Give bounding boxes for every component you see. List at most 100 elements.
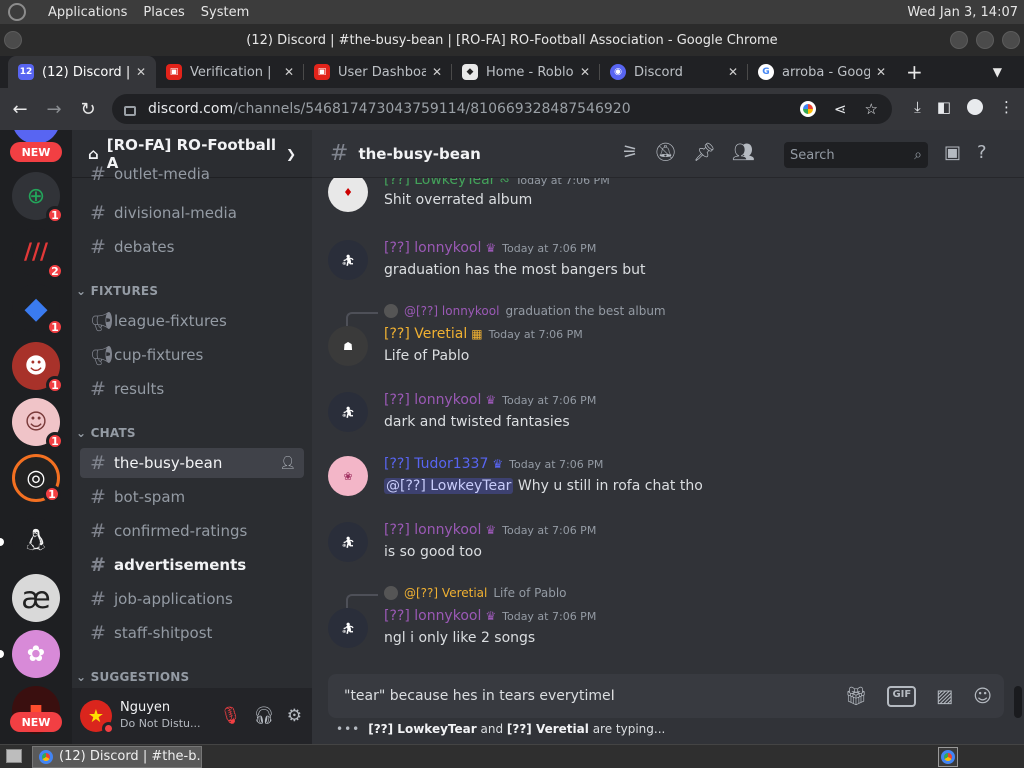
message-author[interactable]: [??] lonnykool <box>384 240 481 256</box>
tab-close-icon[interactable]: ✕ <box>580 65 590 79</box>
server-icon[interactable]: ☺ 1 <box>12 398 64 450</box>
server-icon[interactable]: ⊕ 1 <box>12 172 64 224</box>
server-icon[interactable]: 🐧︎ <box>12 518 60 566</box>
server-icon[interactable]: ☻ 1 <box>12 342 64 394</box>
reload-icon[interactable]: ↻ <box>74 95 102 123</box>
clock[interactable]: Wed Jan 3, 14:07 <box>907 5 1024 20</box>
channel-advertisements[interactable]: # advertisements <box>80 550 304 580</box>
emoji-icon[interactable]: ☺ <box>973 686 992 707</box>
avatar[interactable]: ❀ <box>328 456 368 496</box>
server-icon[interactable]: /// 2 <box>12 228 64 280</box>
avatar[interactable]: ⛹︎ <box>328 522 368 562</box>
headphones-icon[interactable]: 🎧︎ <box>253 706 275 726</box>
channel-the-busy-bean[interactable]: # the-busy-bean 👤︎ <box>80 448 304 478</box>
share-icon[interactable]: ⋖ <box>834 100 847 118</box>
profile-avatar-icon[interactable] <box>967 99 983 115</box>
category-chats[interactable]: ⌄ CHATS <box>76 426 136 440</box>
channel-cup-fixtures[interactable]: 📢︎ cup-fixtures <box>80 340 304 370</box>
message-input[interactable]: "tear" because hes in tears everytime I … <box>328 674 1004 718</box>
avatar[interactable]: ⛹︎ <box>328 608 368 648</box>
user-mention[interactable]: @[??] LowkeyTear <box>384 478 514 494</box>
download-icon[interactable]: ⤓ <box>914 98 921 116</box>
channel-confirmed-ratings[interactable]: # confirmed-ratings <box>80 516 304 546</box>
channel-results[interactable]: # results <box>80 374 304 404</box>
tab-close-icon[interactable]: ✕ <box>432 65 442 79</box>
message-author[interactable]: [??] Veretial <box>384 326 467 342</box>
bookmark-star-icon[interactable]: ☆ <box>865 100 878 118</box>
window-menu-icon[interactable] <box>4 31 22 49</box>
lock-icon[interactable] <box>124 106 136 116</box>
tray-chrome-icon[interactable] <box>938 746 958 767</box>
new-tab-button[interactable]: + <box>906 60 923 84</box>
sticker-icon[interactable]: ▨ <box>936 686 953 707</box>
server-icon[interactable]: ◆ 1 <box>12 284 64 336</box>
channel-debates[interactable]: # debates <box>80 232 304 262</box>
chrome-menu-icon[interactable]: ⋮ <box>999 98 1014 116</box>
system-logo-icon[interactable] <box>8 3 26 21</box>
message-author[interactable]: [??] Tudor1337 <box>384 456 488 472</box>
maximize-icon[interactable] <box>976 31 994 49</box>
close-window-icon[interactable] <box>1002 31 1020 49</box>
server-icon[interactable]: ◎ 1 <box>12 454 61 503</box>
tab-close-icon[interactable]: ✕ <box>136 65 146 79</box>
tab-user-dashboard[interactable]: ▣ User Dashboa ✕ <box>304 56 452 88</box>
channel-bot-spam[interactable]: # bot-spam <box>80 482 304 512</box>
show-desktop-icon[interactable] <box>6 749 22 763</box>
side-panel-icon[interactable]: ◧ <box>937 98 951 116</box>
category-suggestions[interactable]: ⌄ SUGGESTIONS <box>76 670 189 684</box>
channel-job-applications[interactable]: # job-applications <box>80 584 304 614</box>
category-fixtures[interactable]: ⌄ FIXTURES <box>76 284 158 298</box>
menu-applications[interactable]: Applications <box>48 5 127 20</box>
avatar[interactable]: ★ <box>80 700 115 735</box>
notification-bell-muted-icon[interactable]: 🔕︎ <box>654 142 677 163</box>
avatar[interactable]: ⛹︎ <box>328 240 368 280</box>
server-home-icon: ⌂ <box>88 144 99 163</box>
menu-system[interactable]: System <box>201 5 249 20</box>
help-icon[interactable]: ? <box>977 142 987 163</box>
server-icon[interactable]: æ <box>12 574 60 622</box>
add-member-icon[interactable]: 👤︎ <box>279 456 296 471</box>
member-list-icon[interactable]: 👥︎ <box>732 142 755 163</box>
mute-microphone-icon[interactable]: 🎙︎ <box>220 706 242 726</box>
inbox-icon[interactable]: ▣ <box>944 142 961 163</box>
tab-google-search[interactable]: G arroba - Goog ✕ <box>748 56 896 88</box>
mention-badge: 2 <box>46 262 64 280</box>
message-author[interactable]: [??] lonnykool <box>384 608 481 624</box>
username[interactable]: Nguyen <box>120 700 201 716</box>
channel-divisional-media[interactable]: # divisional-media <box>80 198 304 228</box>
tab-verification[interactable]: ▣ Verification | ✕ <box>156 56 304 88</box>
settings-gear-icon[interactable]: ⚙ <box>287 706 302 726</box>
address-bar[interactable]: discord.com /channels/546817473043759114… <box>112 94 892 124</box>
tab-close-icon[interactable]: ✕ <box>876 65 886 79</box>
reply-preview[interactable]: @[??] lonnykool graduation the best albu… <box>346 304 666 326</box>
tab-discord[interactable]: ◉ Discord ✕ <box>600 56 748 88</box>
message-author[interactable]: [??] lonnykool <box>384 522 481 538</box>
threads-icon[interactable]: ⚞ <box>622 142 638 163</box>
tab-close-icon[interactable]: ✕ <box>728 65 738 79</box>
tab-discord-active[interactable]: 12 (12) Discord | # ✕ <box>8 56 156 88</box>
avatar[interactable]: ⛹︎ <box>328 392 368 432</box>
google-lens-icon[interactable] <box>799 101 816 117</box>
message-author[interactable]: [??] lonnykool <box>384 392 481 408</box>
channel-staff-shitpost[interactable]: # staff-shitpost <box>80 618 304 648</box>
taskbar-window-button[interactable]: (12) Discord | #the-b... <box>32 745 202 768</box>
avatar[interactable]: ♦ <box>328 172 368 212</box>
tab-home-roblox[interactable]: ◆ Home - Roblo ✕ <box>452 56 600 88</box>
gif-icon[interactable]: GIF <box>887 685 917 707</box>
channel-outlet-media[interactable]: # outlet-media <box>80 162 304 186</box>
tab-search-chevron-icon[interactable]: ▼ <box>993 65 1002 79</box>
menu-places[interactable]: Places <box>143 5 184 20</box>
chevron-down-icon[interactable]: ❯ <box>286 147 296 161</box>
scrollbar[interactable] <box>1014 686 1022 718</box>
server-icon[interactable]: ✿ <box>12 630 60 678</box>
back-arrow-icon[interactable]: ← <box>6 95 34 123</box>
tab-close-icon[interactable]: ✕ <box>284 65 294 79</box>
forward-arrow-icon[interactable]: → <box>40 95 68 123</box>
reply-preview[interactable]: @[??] Veretial Life of Pablo <box>346 586 567 608</box>
avatar[interactable]: ☗ <box>328 326 368 366</box>
channel-league-fixtures[interactable]: 📢︎ league-fixtures <box>80 306 304 336</box>
minimize-icon[interactable] <box>950 31 968 49</box>
search-input[interactable]: Search ⌕ <box>784 142 928 168</box>
pin-icon[interactable]: 📌︎ <box>693 142 716 163</box>
gift-icon[interactable]: 🎁︎ <box>845 686 868 707</box>
